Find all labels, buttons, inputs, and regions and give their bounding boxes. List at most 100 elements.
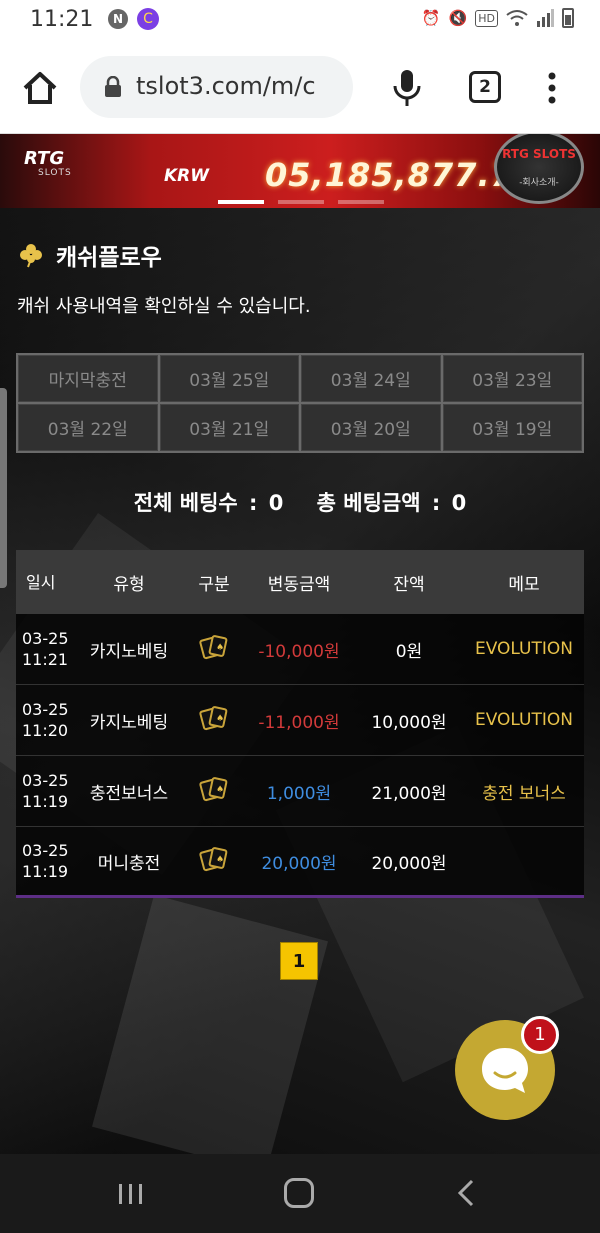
banner-dot[interactable] (218, 200, 264, 204)
home-nav-icon[interactable] (284, 1178, 314, 1208)
tab-switcher-button[interactable]: 2 (469, 71, 501, 103)
row-change: -11,000원 (258, 712, 340, 733)
clover-icon (20, 244, 42, 268)
row-type: 머니충전 (97, 853, 161, 874)
date-filter-grid: 마지막충전 03월 25일 03월 24일 03월 23일 03월 22일 03… (16, 353, 584, 453)
header-datetime: 일시 (26, 572, 56, 592)
currency-label: KRW (164, 166, 210, 186)
system-nav-bar (0, 1154, 600, 1233)
svg-text:♠: ♠ (216, 855, 224, 865)
cards-icon: ♠ (199, 776, 228, 801)
date-filter-item[interactable]: 03월 19일 (442, 404, 582, 451)
banner-dot[interactable] (278, 200, 324, 204)
jackpot-banner[interactable]: RTG SLOTS KRW 05,185,877.7 RTG SLOTS -회사… (0, 134, 600, 208)
mic-icon[interactable] (390, 68, 424, 108)
total-bets-label: 전체 베팅수 (133, 491, 238, 515)
header-memo: 메모 (508, 574, 540, 595)
row-category: ♠ (184, 776, 244, 807)
status-icons: ⏰ 🔇 HD (422, 8, 574, 28)
header-change: 변동금액 (267, 574, 331, 595)
row-datetime: 03-25 11:19 (16, 840, 74, 882)
row-change: -10,000원 (258, 641, 340, 662)
row-date: 03-25 (22, 841, 69, 860)
signal-icon (537, 9, 554, 27)
header-category: 구분 (198, 574, 230, 595)
cards-icon: ♠ (199, 705, 228, 730)
row-memo: EVOLUTION (474, 639, 573, 659)
row-time: 11:21 (22, 650, 69, 669)
row-datetime: 03-25 11:20 (16, 699, 74, 741)
hd-icon: HD (475, 9, 498, 27)
date-filter-item[interactable]: 03월 24일 (301, 355, 441, 402)
row-datetime: 03-25 11:19 (16, 770, 74, 812)
edge-panel-handle[interactable] (0, 388, 7, 588)
pagination-current-page[interactable]: 1 (280, 942, 318, 980)
table-row: 03-25 11:20 카지노베팅 ♠ -11,000원 10,000원 EVOL… (16, 685, 584, 756)
row-type: 카지노베팅 (89, 712, 169, 733)
company-info-badge[interactable]: RTG SLOTS -회사소개- (494, 134, 584, 204)
row-change: 20,000원 (261, 853, 337, 874)
battery-icon (562, 8, 574, 28)
cards-icon: ♠ (199, 634, 228, 659)
back-icon[interactable] (456, 1178, 476, 1208)
date-filter-last-charge[interactable]: 마지막충전 (18, 355, 158, 402)
row-category: ♠ (184, 846, 244, 877)
chat-icon (482, 1048, 528, 1093)
row-change: 1,000원 (266, 783, 332, 804)
date-filter-item[interactable]: 03월 25일 (159, 355, 299, 402)
svg-text:♠: ♠ (216, 643, 224, 653)
row-memo: EVOLUTION (474, 710, 573, 730)
row-balance: 21,000원 (371, 783, 447, 804)
url-bar[interactable]: tslot3.com/m/c (80, 56, 353, 118)
table-row: 03-25 11:19 충전보너스 ♠ 1,000원 21,000원 충전 보너스 (16, 756, 584, 827)
row-time: 11:19 (22, 862, 69, 881)
recents-icon[interactable] (116, 1182, 146, 1206)
banner-dot[interactable] (338, 200, 384, 204)
jackpot-amount: 05,185,877.7 (265, 156, 514, 194)
total-bets-value: 0 (268, 491, 284, 515)
browser-toolbar: tslot3.com/m/c 2 (0, 40, 600, 134)
row-type: 충전보너스 (89, 783, 169, 804)
more-menu-icon[interactable] (545, 68, 559, 108)
cards-icon: ♠ (199, 846, 228, 871)
header-type: 유형 (113, 574, 145, 595)
row-balance: 0원 (395, 641, 423, 662)
row-time: 11:19 (22, 792, 69, 811)
badge-title: RTG SLOTS (502, 147, 576, 161)
badge-link: -회사소개- (519, 178, 559, 188)
alarm-icon: ⏰ (421, 9, 441, 27)
background-facet (92, 894, 328, 1154)
notification-n-icon: N (108, 9, 128, 29)
betting-summary: 전체 베팅수 : 0 총 베팅금액 : 0 (133, 491, 467, 515)
date-filter-item[interactable]: 03월 22일 (18, 404, 158, 451)
row-date: 03-25 (22, 700, 69, 719)
row-datetime: 03-25 11:21 (16, 628, 74, 670)
rtg-logo-sub: SLOTS (38, 168, 72, 178)
cashflow-table: 일시 유형 구분 변동금액 잔액 메모 03-25 11:21 카지노베팅 ♠ -… (16, 550, 584, 898)
page-content: RTG SLOTS KRW 05,185,877.7 RTG SLOTS -회사… (0, 134, 600, 1154)
svg-text:♠: ♠ (216, 785, 224, 795)
row-balance: 10,000원 (371, 712, 447, 733)
table-row: 03-25 11:19 머니충전 ♠ 20,000원 20,000원 (16, 827, 584, 898)
chat-unread-badge: 1 (521, 1016, 559, 1054)
date-filter-item[interactable]: 03월 23일 (442, 355, 582, 402)
row-balance: 20,000원 (371, 853, 447, 874)
page-description: 캐쉬 사용내역을 확인하실 수 있습니다. (17, 296, 311, 317)
row-category: ♠ (184, 634, 244, 665)
url-text: tslot3.com/m/c (136, 72, 316, 100)
total-amount-value: 0 (451, 491, 467, 515)
home-icon[interactable] (20, 68, 60, 108)
notification-c-icon: C (137, 8, 159, 30)
date-filter-item[interactable]: 03월 20일 (301, 404, 441, 451)
status-bar: 11:21 N C ⏰ 🔇 HD (0, 0, 600, 40)
header-balance: 잔액 (393, 574, 425, 595)
rtg-logo: RTG (24, 148, 65, 169)
mute-icon: 🔇 (448, 9, 468, 27)
row-date: 03-25 (22, 629, 69, 648)
row-time: 11:20 (22, 721, 69, 740)
date-filter-item[interactable]: 03월 21일 (159, 404, 299, 451)
svg-text:♠: ♠ (216, 714, 224, 724)
banner-indicators (218, 200, 384, 204)
table-row: 03-25 11:21 카지노베팅 ♠ -10,000원 0원 EVOLUTION (16, 614, 584, 685)
row-category: ♠ (184, 705, 244, 736)
